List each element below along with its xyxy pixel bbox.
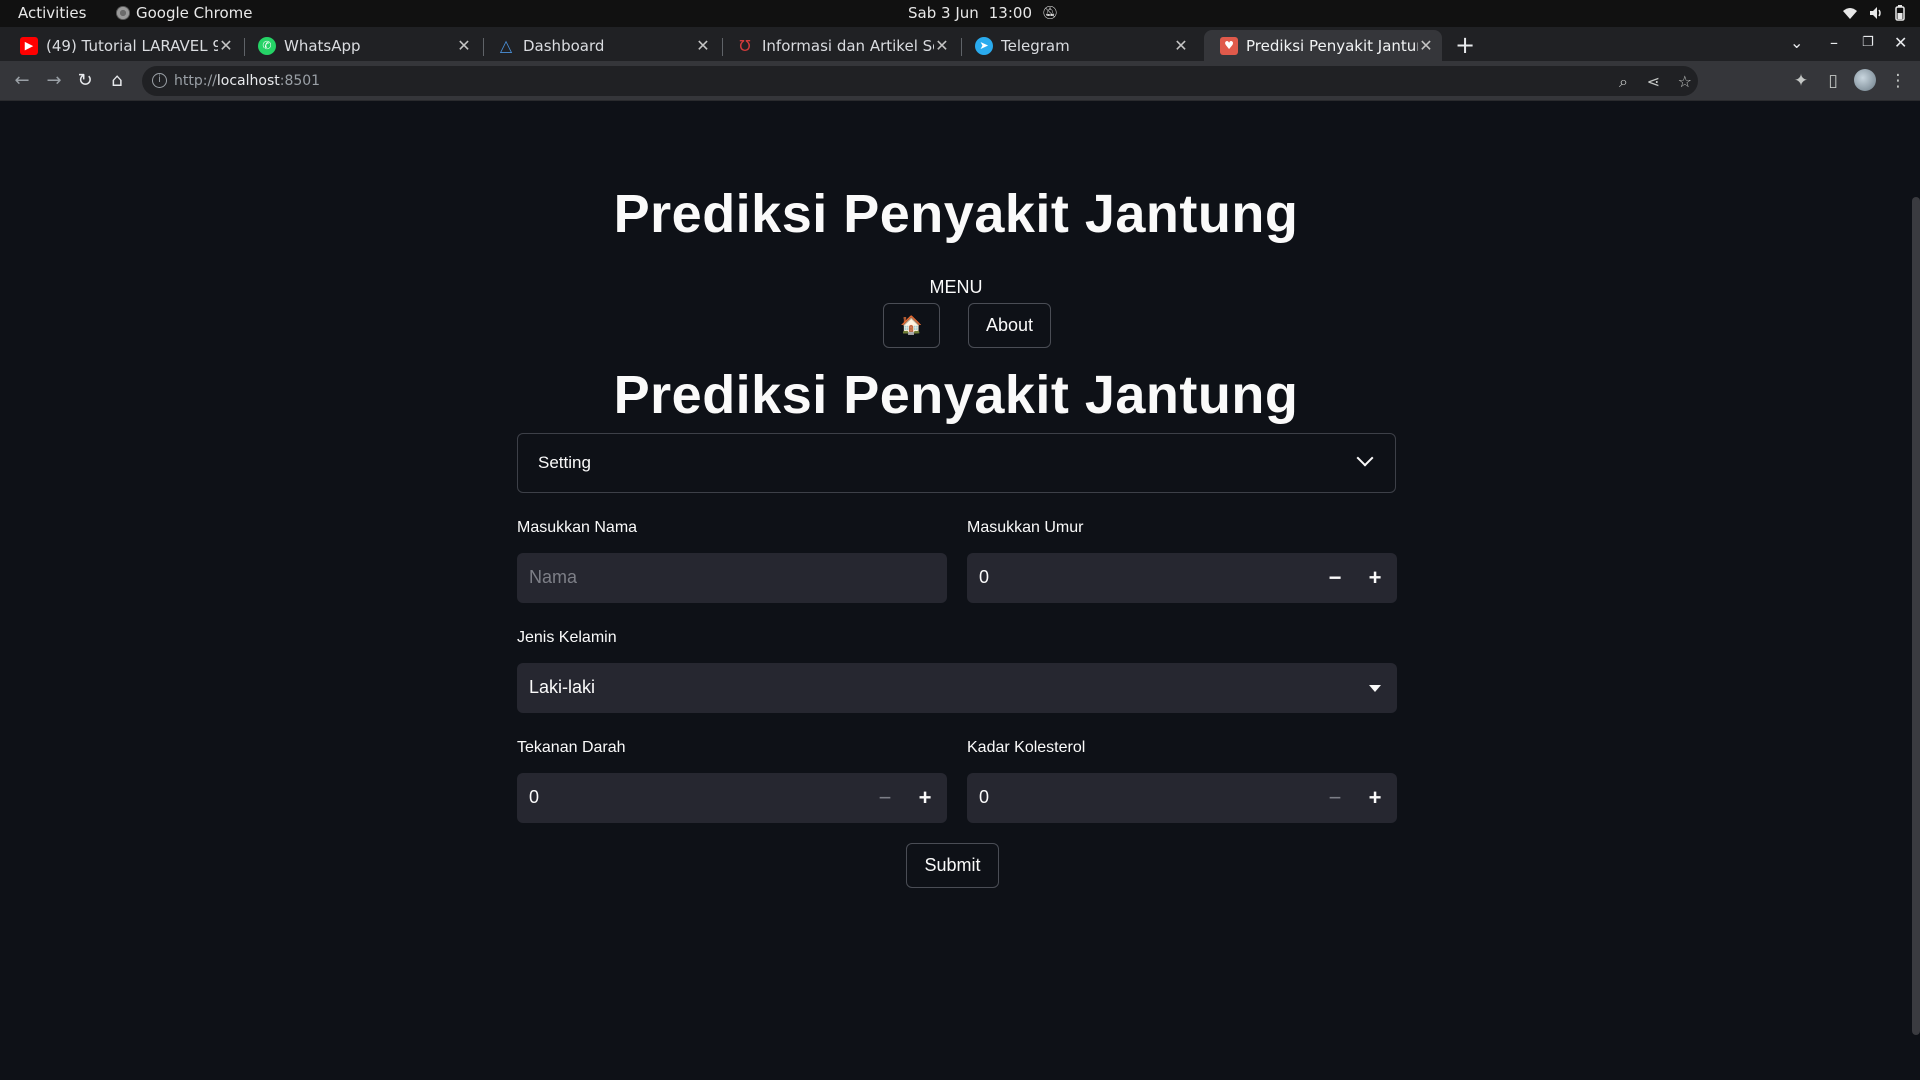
back-icon[interactable]: ← xyxy=(10,69,34,93)
umur-value: 0 xyxy=(979,567,990,587)
section-title: Prediksi Penyakit Jantung xyxy=(613,365,1299,425)
time-text: 13:00 xyxy=(988,4,1032,22)
url-text[interactable]: http://localhost:8501 xyxy=(174,73,320,89)
tab-search-icon[interactable]: ⌄ xyxy=(1790,33,1803,52)
chrome-icon xyxy=(116,6,130,20)
caret-down-icon xyxy=(1369,685,1381,692)
tekanan-darah-label: Tekanan Darah xyxy=(517,739,626,756)
more-menu-icon[interactable]: ⋮ xyxy=(1886,69,1910,93)
browser-toolbar: ← → ↻ ⌂ i http://localhost:8501 ⌕ ⋖ ☆ ✦ … xyxy=(0,61,1920,101)
youtube-icon: ▶ xyxy=(20,36,38,55)
kolesterol-increment-button[interactable]: + xyxy=(1362,785,1388,811)
notifications-muted-icon: 🔕︎ xyxy=(1042,5,1059,21)
tab-title: Prediksi Penyakit Jantung xyxy=(1246,36,1418,55)
side-panel-icon[interactable]: ▯ xyxy=(1821,69,1845,93)
kolesterol-value: 0 xyxy=(979,787,990,807)
wifi-icon xyxy=(1843,8,1857,19)
nama-input[interactable]: Nama xyxy=(517,553,947,603)
url-port: :8501 xyxy=(279,73,321,89)
about-button[interactable]: About xyxy=(968,303,1051,348)
whatsapp-icon: ✆ xyxy=(258,36,276,55)
volume-icon xyxy=(1870,7,1881,19)
system-top-bar: Activities Google Chrome Sab 3 Jun 13:00… xyxy=(0,0,1920,27)
kolesterol-label: Kadar Kolesterol xyxy=(967,739,1086,756)
bookmark-star-icon[interactable]: ☆ xyxy=(1678,72,1692,91)
activities-button[interactable]: Activities xyxy=(18,4,86,22)
tab-title: Telegram xyxy=(1001,36,1070,55)
tab-whatsapp[interactable]: ✆ WhatsApp ✕ xyxy=(242,30,480,61)
app-menu[interactable]: Google Chrome xyxy=(116,4,253,22)
extensions-icon[interactable]: ✦ xyxy=(1789,69,1813,93)
telegram-icon: ➤ xyxy=(975,36,993,55)
close-tab-icon[interactable]: ✕ xyxy=(695,36,711,55)
close-tab-icon[interactable]: ✕ xyxy=(1173,36,1189,55)
umur-label: Masukkan Umur xyxy=(967,519,1084,536)
dashboard-icon: △ xyxy=(499,36,513,55)
nama-label: Masukkan Nama xyxy=(517,519,638,536)
new-tab-button[interactable]: + xyxy=(1452,31,1478,59)
jenis-kelamin-value: Laki-laki xyxy=(529,677,596,697)
menu-label: MENU xyxy=(929,277,983,297)
setting-expander[interactable]: Setting xyxy=(517,433,1396,493)
tab-title: WhatsApp xyxy=(284,36,361,55)
tab-title: Informasi dan Artikel Sep xyxy=(762,36,934,55)
tab-telegram[interactable]: ➤ Telegram ✕ xyxy=(959,30,1197,61)
umur-decrement-button[interactable]: − xyxy=(1322,565,1348,591)
submit-button[interactable]: Submit xyxy=(906,843,999,888)
nama-placeholder: Nama xyxy=(529,567,578,587)
jenis-kelamin-select[interactable]: Laki-laki xyxy=(517,663,1397,713)
close-tab-icon[interactable]: ✕ xyxy=(1418,36,1434,55)
expander-label: Setting xyxy=(538,453,591,472)
reload-icon[interactable]: ↻ xyxy=(73,69,97,93)
umur-number-input[interactable]: 0 − + xyxy=(967,553,1397,603)
tekanan-darah-value: 0 xyxy=(529,787,540,807)
tekanan-darah-increment-button[interactable]: + xyxy=(912,785,938,811)
tab-strip: ▶ (49) Tutorial LARAVEL 9 : F ✕ ✆ WhatsA… xyxy=(0,27,1920,61)
page-title: Prediksi Penyakit Jantung xyxy=(613,184,1299,244)
site-info-icon[interactable]: i xyxy=(152,73,167,88)
umur-increment-button[interactable]: + xyxy=(1362,565,1388,591)
tekanan-darah-number-input[interactable]: 0 − + xyxy=(517,773,947,823)
tab-title: (49) Tutorial LARAVEL 9 : F xyxy=(46,36,218,55)
tab-dashboard[interactable]: △ Dashboard ✕ xyxy=(481,30,719,61)
zoom-icon[interactable]: ⌕ xyxy=(1619,72,1628,92)
home-icon[interactable]: ⌂ xyxy=(105,69,129,93)
tab-youtube[interactable]: ▶ (49) Tutorial LARAVEL 9 : F ✕ xyxy=(4,30,242,61)
close-tab-icon[interactable]: ✕ xyxy=(218,36,234,55)
page-scrollbar[interactable] xyxy=(1912,197,1920,1035)
battery-icon xyxy=(1895,5,1905,21)
close-window-icon[interactable]: ✕ xyxy=(1894,33,1907,52)
stethoscope-icon: Ʊ xyxy=(739,36,751,55)
tekanan-darah-decrement-button[interactable]: − xyxy=(872,785,898,811)
restore-icon[interactable]: ❐ xyxy=(1862,35,1874,50)
kolesterol-number-input[interactable]: 0 − + xyxy=(967,773,1397,823)
system-tray[interactable] xyxy=(1842,5,1906,21)
forward-icon[interactable]: → xyxy=(42,69,66,93)
tab-informasi[interactable]: Ʊ Informasi dan Artikel Sep ✕ xyxy=(720,30,958,61)
heart-icon: ♥ xyxy=(1220,36,1238,55)
chevron-down-icon xyxy=(1356,449,1374,467)
app-name: Google Chrome xyxy=(136,4,253,22)
home-button[interactable]: 🏠 xyxy=(883,303,940,348)
tab-title: Dashboard xyxy=(523,36,605,55)
page-content: Prediksi Penyakit Jantung MENU 🏠 About P… xyxy=(0,101,1920,1080)
tab-prediksi[interactable]: ♥ Prediksi Penyakit Jantung ✕ xyxy=(1204,30,1442,61)
profile-avatar[interactable] xyxy=(1854,69,1876,91)
address-bar[interactable]: i http://localhost:8501 ⌕ ⋖ ☆ xyxy=(142,66,1698,96)
minimize-icon[interactable]: – xyxy=(1830,33,1838,52)
date-text: Sab 3 Jun xyxy=(908,4,979,22)
share-icon[interactable]: ⋖ xyxy=(1647,72,1660,91)
close-tab-icon[interactable]: ✕ xyxy=(934,36,950,55)
jenis-kelamin-label: Jenis Kelamin xyxy=(517,629,617,646)
close-tab-icon[interactable]: ✕ xyxy=(456,36,472,55)
kolesterol-decrement-button[interactable]: − xyxy=(1322,785,1348,811)
url-host: localhost xyxy=(216,73,280,89)
url-scheme: http:// xyxy=(174,73,217,89)
clock[interactable]: Sab 3 Jun 13:00 🔕︎ xyxy=(908,4,1059,22)
